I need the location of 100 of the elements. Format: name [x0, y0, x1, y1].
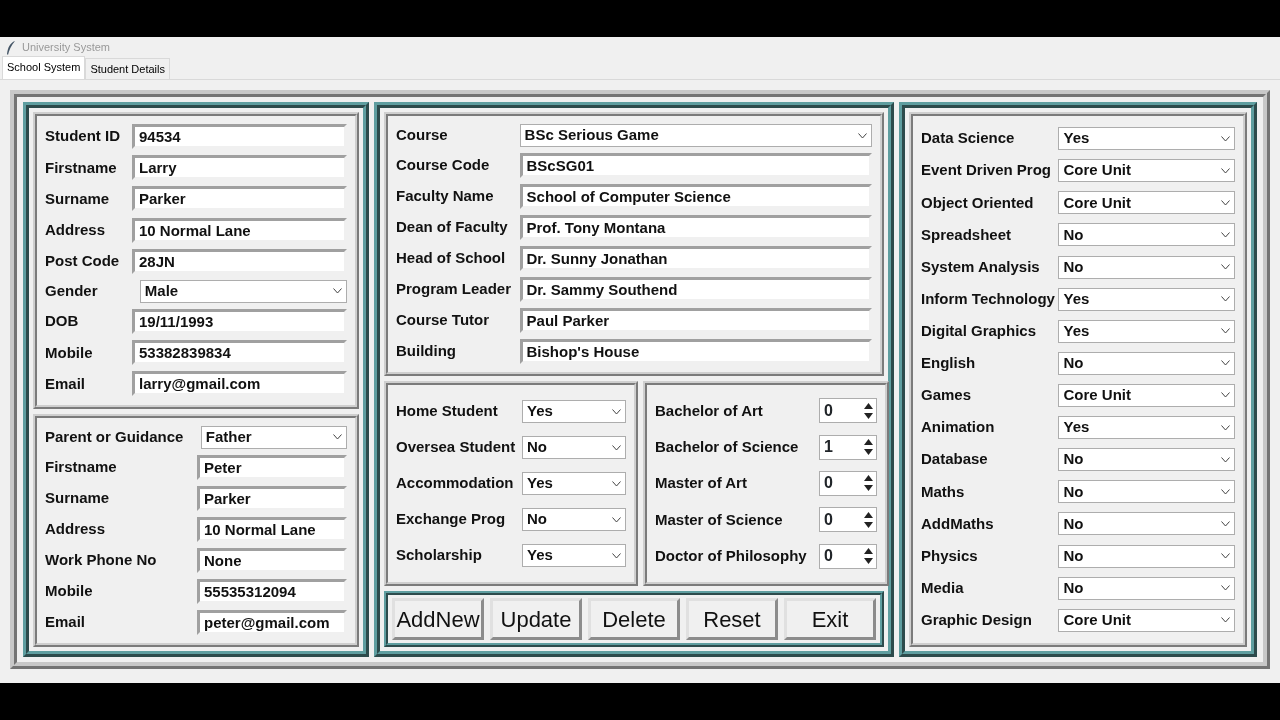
caret-icon: [612, 408, 621, 415]
action-button[interactable]: Update: [490, 598, 582, 640]
action-button[interactable]: Exit: [784, 598, 876, 640]
field-label: Event Driven Prog: [921, 160, 1053, 181]
field-label: Spreadsheet: [921, 224, 1013, 245]
input-field[interactable]: Dr. Sammy Southend: [519, 277, 872, 302]
input-field[interactable]: BScSG01: [519, 153, 872, 178]
caret-icon: [612, 480, 621, 487]
field-label: Student ID: [45, 126, 121, 147]
input-field[interactable]: 10 Normal Lane: [132, 217, 347, 243]
input-field[interactable]: 10 Normal Lane: [197, 516, 347, 542]
dropdown[interactable]: Yes: [522, 544, 626, 567]
dropdown[interactable]: Core Unit: [1058, 159, 1235, 183]
dropdown[interactable]: No: [522, 436, 626, 459]
action-button[interactable]: Reset: [686, 598, 778, 640]
field-label: English: [921, 353, 977, 374]
caret-icon: [333, 434, 342, 441]
caret-icon: [1221, 520, 1230, 527]
spin-arrows-icon[interactable]: [863, 473, 874, 494]
spin-box[interactable]: 1: [819, 434, 877, 460]
spin-box[interactable]: 0: [819, 507, 877, 533]
spin-arrows-icon[interactable]: [863, 400, 874, 421]
input-field[interactable]: Peter: [197, 454, 347, 480]
dropdown[interactable]: Male: [139, 279, 347, 303]
input-field[interactable]: 94534: [132, 124, 347, 150]
dropdown[interactable]: No: [1058, 544, 1235, 568]
field-label: Work Phone No: [45, 550, 158, 571]
field-label: Program Leader: [396, 279, 513, 300]
input-field[interactable]: 28JN: [132, 248, 347, 274]
field-label: Post Code: [45, 251, 121, 272]
field-label: Building: [396, 341, 457, 362]
input-field[interactable]: peter@gmail.com: [197, 609, 347, 635]
spin-box[interactable]: 0: [819, 398, 877, 424]
dropdown[interactable]: No: [522, 508, 626, 531]
input-field[interactable]: None: [197, 547, 347, 573]
field-label: Scholarship: [396, 545, 483, 566]
field-label: Oversea Student: [396, 437, 517, 458]
spin-box[interactable]: 0: [819, 543, 877, 569]
caret-icon: [1221, 585, 1230, 592]
spin-arrows-icon[interactable]: [863, 546, 874, 567]
field-label: Gender: [45, 281, 99, 302]
field-label: Master of Science: [655, 509, 784, 530]
spin-arrows-icon[interactable]: [863, 509, 874, 530]
field-label: Object Oriented: [921, 192, 1035, 213]
dropdown[interactable]: Core Unit: [1058, 384, 1235, 407]
dropdown[interactable]: No: [1058, 576, 1235, 600]
dropdown[interactable]: BSc Serious Game: [519, 124, 872, 147]
caret-icon: [1221, 296, 1230, 303]
tab[interactable]: Student Details: [85, 57, 170, 79]
tab[interactable]: School System: [2, 55, 86, 79]
field-label: Doctor of Philosophy: [655, 545, 808, 566]
action-button[interactable]: Delete: [588, 598, 680, 640]
field-label: Accommodation: [396, 473, 515, 494]
dropdown[interactable]: No: [1058, 448, 1235, 472]
dropdown[interactable]: Yes: [1058, 127, 1235, 151]
dropdown[interactable]: Core Unit: [1058, 608, 1235, 632]
caret-icon: [612, 444, 621, 451]
field-label: Address: [45, 519, 107, 540]
action-button[interactable]: AddNew: [392, 598, 484, 640]
input-field[interactable]: Larry: [132, 155, 347, 181]
spin-arrows-icon[interactable]: [863, 437, 874, 458]
caret-icon: [333, 288, 342, 295]
field-label: Graphic Design: [921, 610, 1033, 630]
field-label: Address: [45, 219, 107, 240]
dropdown[interactable]: No: [1058, 255, 1235, 279]
feather-icon: [6, 40, 16, 55]
caret-icon: [1221, 328, 1230, 335]
dropdown[interactable]: Core Unit: [1058, 191, 1235, 215]
dropdown[interactable]: Father: [200, 425, 347, 449]
field-label: Course Tutor: [396, 310, 491, 331]
input-field[interactable]: Parker: [132, 186, 347, 212]
dropdown[interactable]: No: [1058, 480, 1235, 504]
dropdown[interactable]: No: [1058, 223, 1235, 247]
field-label: Inform Technology: [921, 288, 1056, 309]
field-label: Bachelor of Art: [655, 400, 764, 421]
dropdown[interactable]: Yes: [1058, 287, 1235, 311]
input-field[interactable]: Prof. Tony Montana: [519, 215, 872, 240]
dropdown[interactable]: No: [1058, 512, 1235, 536]
caret-icon: [1221, 199, 1230, 206]
dropdown[interactable]: Yes: [1058, 416, 1235, 440]
field-label: Surname: [45, 488, 111, 508]
field-label: Firstname: [45, 456, 118, 477]
input-field[interactable]: School of Computer Science: [519, 184, 872, 209]
dropdown[interactable]: Yes: [522, 472, 626, 495]
input-field[interactable]: Paul Parker: [519, 308, 872, 333]
field-label: Physics: [921, 545, 979, 566]
input-field[interactable]: 55535312094: [197, 578, 347, 604]
input-field[interactable]: Parker: [197, 485, 347, 511]
input-field[interactable]: 53382839834: [132, 340, 347, 366]
field-label: DOB: [45, 311, 80, 332]
field-label: Mobile: [45, 581, 94, 602]
field-label: Course: [396, 125, 449, 146]
dropdown[interactable]: No: [1058, 351, 1235, 375]
input-field[interactable]: Dr. Sunny Jonathan: [519, 246, 872, 271]
dropdown[interactable]: Yes: [522, 400, 626, 423]
input-field[interactable]: Bishop's House: [519, 339, 872, 364]
dropdown[interactable]: Yes: [1058, 319, 1235, 343]
spin-box[interactable]: 0: [819, 471, 877, 496]
input-field[interactable]: larry@gmail.com: [132, 371, 347, 397]
input-field[interactable]: 19/11/1993: [132, 309, 347, 335]
